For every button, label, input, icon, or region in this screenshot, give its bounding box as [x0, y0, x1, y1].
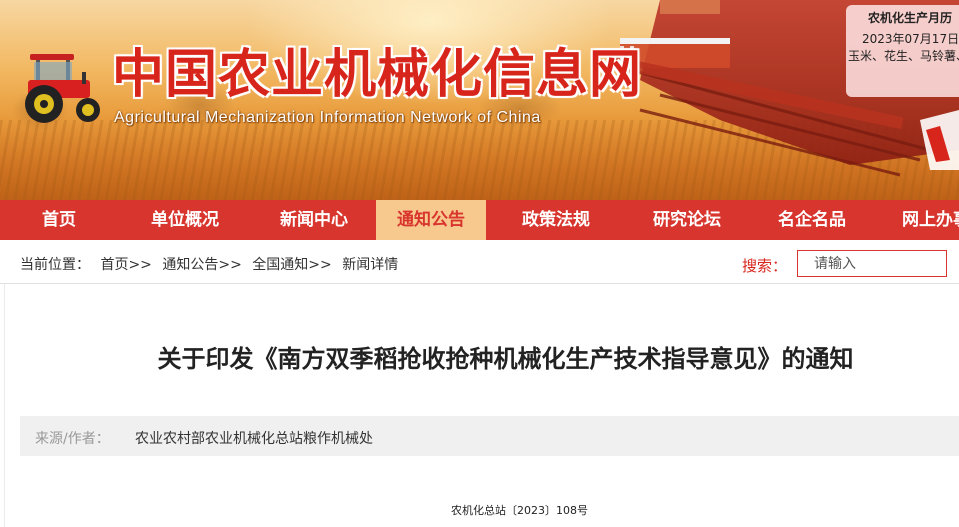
breadcrumb-prefix: 当前位置： [20, 257, 90, 273]
site-banner: 中国农业机械化信息网 Agricultural Mechanization In… [0, 0, 959, 200]
breadcrumb-home[interactable]: 首页>> [100, 257, 151, 273]
search-input[interactable] [797, 250, 947, 277]
nav-item-news[interactable]: 新闻中心 [252, 200, 376, 240]
nav-item-research[interactable]: 研究论坛 [626, 200, 748, 240]
source-value: 农业农村部农业机械化总站粮作机械处 [135, 431, 373, 447]
nav-item-notices[interactable]: 通知公告 [376, 200, 486, 240]
calendar-title: 农机化生产月历 [868, 11, 953, 25]
nav-item-brands[interactable]: 名企名品 [748, 200, 876, 240]
main-nav: 首页 单位概况 新闻中心 通知公告 政策法规 研究论坛 名企名品 网上办事 [0, 200, 959, 240]
breadcrumb-bar: 当前位置： 首页>> 通知公告>> 全国通知>> 新闻详情 搜索： [0, 242, 959, 284]
article-title: 关于印发《南方双季稻抢收抢种机械化生产技术指导意见》的通知 [157, 345, 854, 373]
nav-item-policy[interactable]: 政策法规 [486, 200, 626, 240]
site-title[interactable]: 中国农业机械化信息网 [112, 44, 642, 106]
breadcrumb-national[interactable]: 全国通知>> [252, 257, 331, 273]
nav-item-about[interactable]: 单位概况 [118, 200, 252, 240]
calendar-crops: 玉米、花生、马铃薯、 [848, 49, 959, 63]
breadcrumb: 当前位置： 首页>> 通知公告>> 全国通知>> 新闻详情 [20, 254, 398, 274]
source-bar: 来源/作者： 农业农村部农业机械化总站粮作机械处 [20, 416, 959, 456]
tractor-logo-icon[interactable] [22, 52, 106, 124]
nav-item-home[interactable]: 首页 [0, 200, 118, 240]
source-label: 来源/作者： [35, 431, 110, 447]
calendar-date: 2023年07月17日 [862, 32, 959, 46]
search-label: 搜索： [742, 257, 788, 275]
breadcrumb-current: 新闻详情 [342, 257, 399, 273]
nav-item-online-services[interactable]: 网上办事 [876, 200, 959, 240]
breadcrumb-notices[interactable]: 通知公告>> [162, 257, 241, 273]
production-calendar[interactable]: 农机化生产月历 2023年07月17日 玉米、花生、马铃薯、 [846, 5, 959, 97]
site-subtitle: Agricultural Mechanization Information N… [114, 109, 541, 126]
document-number: 农机化总站〔2023〕108号 [451, 504, 588, 517]
content-area [4, 284, 959, 527]
